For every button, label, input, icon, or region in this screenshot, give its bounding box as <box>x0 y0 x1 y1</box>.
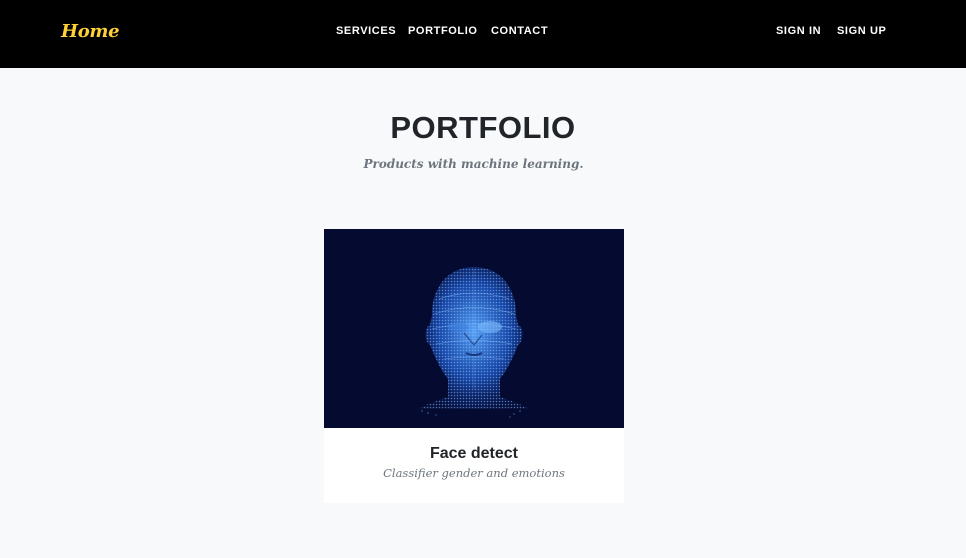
portfolio-item-title: Face detect <box>429 445 519 462</box>
brand-home-link[interactable]: Home <box>61 21 120 42</box>
wireframe-face-icon <box>420 267 528 418</box>
nav-link-contact[interactable]: CONTACT <box>491 25 548 37</box>
nav-link-services[interactable]: SERVICES <box>336 25 396 37</box>
portfolio-item-image[interactable] <box>324 229 624 428</box>
portfolio-item-face-detect[interactable]: Face detect Classifier gender and emotio… <box>324 229 624 503</box>
portfolio-item-subtitle: Classifier gender and emotions <box>383 466 565 480</box>
nav-link-portfolio[interactable]: PORTFOLIO <box>408 25 478 37</box>
sign-in-link[interactable]: SIGN IN <box>776 25 821 37</box>
section-heading: PORTFOLIO <box>390 110 576 145</box>
navbar: Home SERVICES PORTFOLIO CONTACT SIGN IN … <box>0 0 966 68</box>
section-subheading: Products with machine learning. <box>363 157 584 171</box>
sign-up-link[interactable]: SIGN UP <box>837 25 886 37</box>
